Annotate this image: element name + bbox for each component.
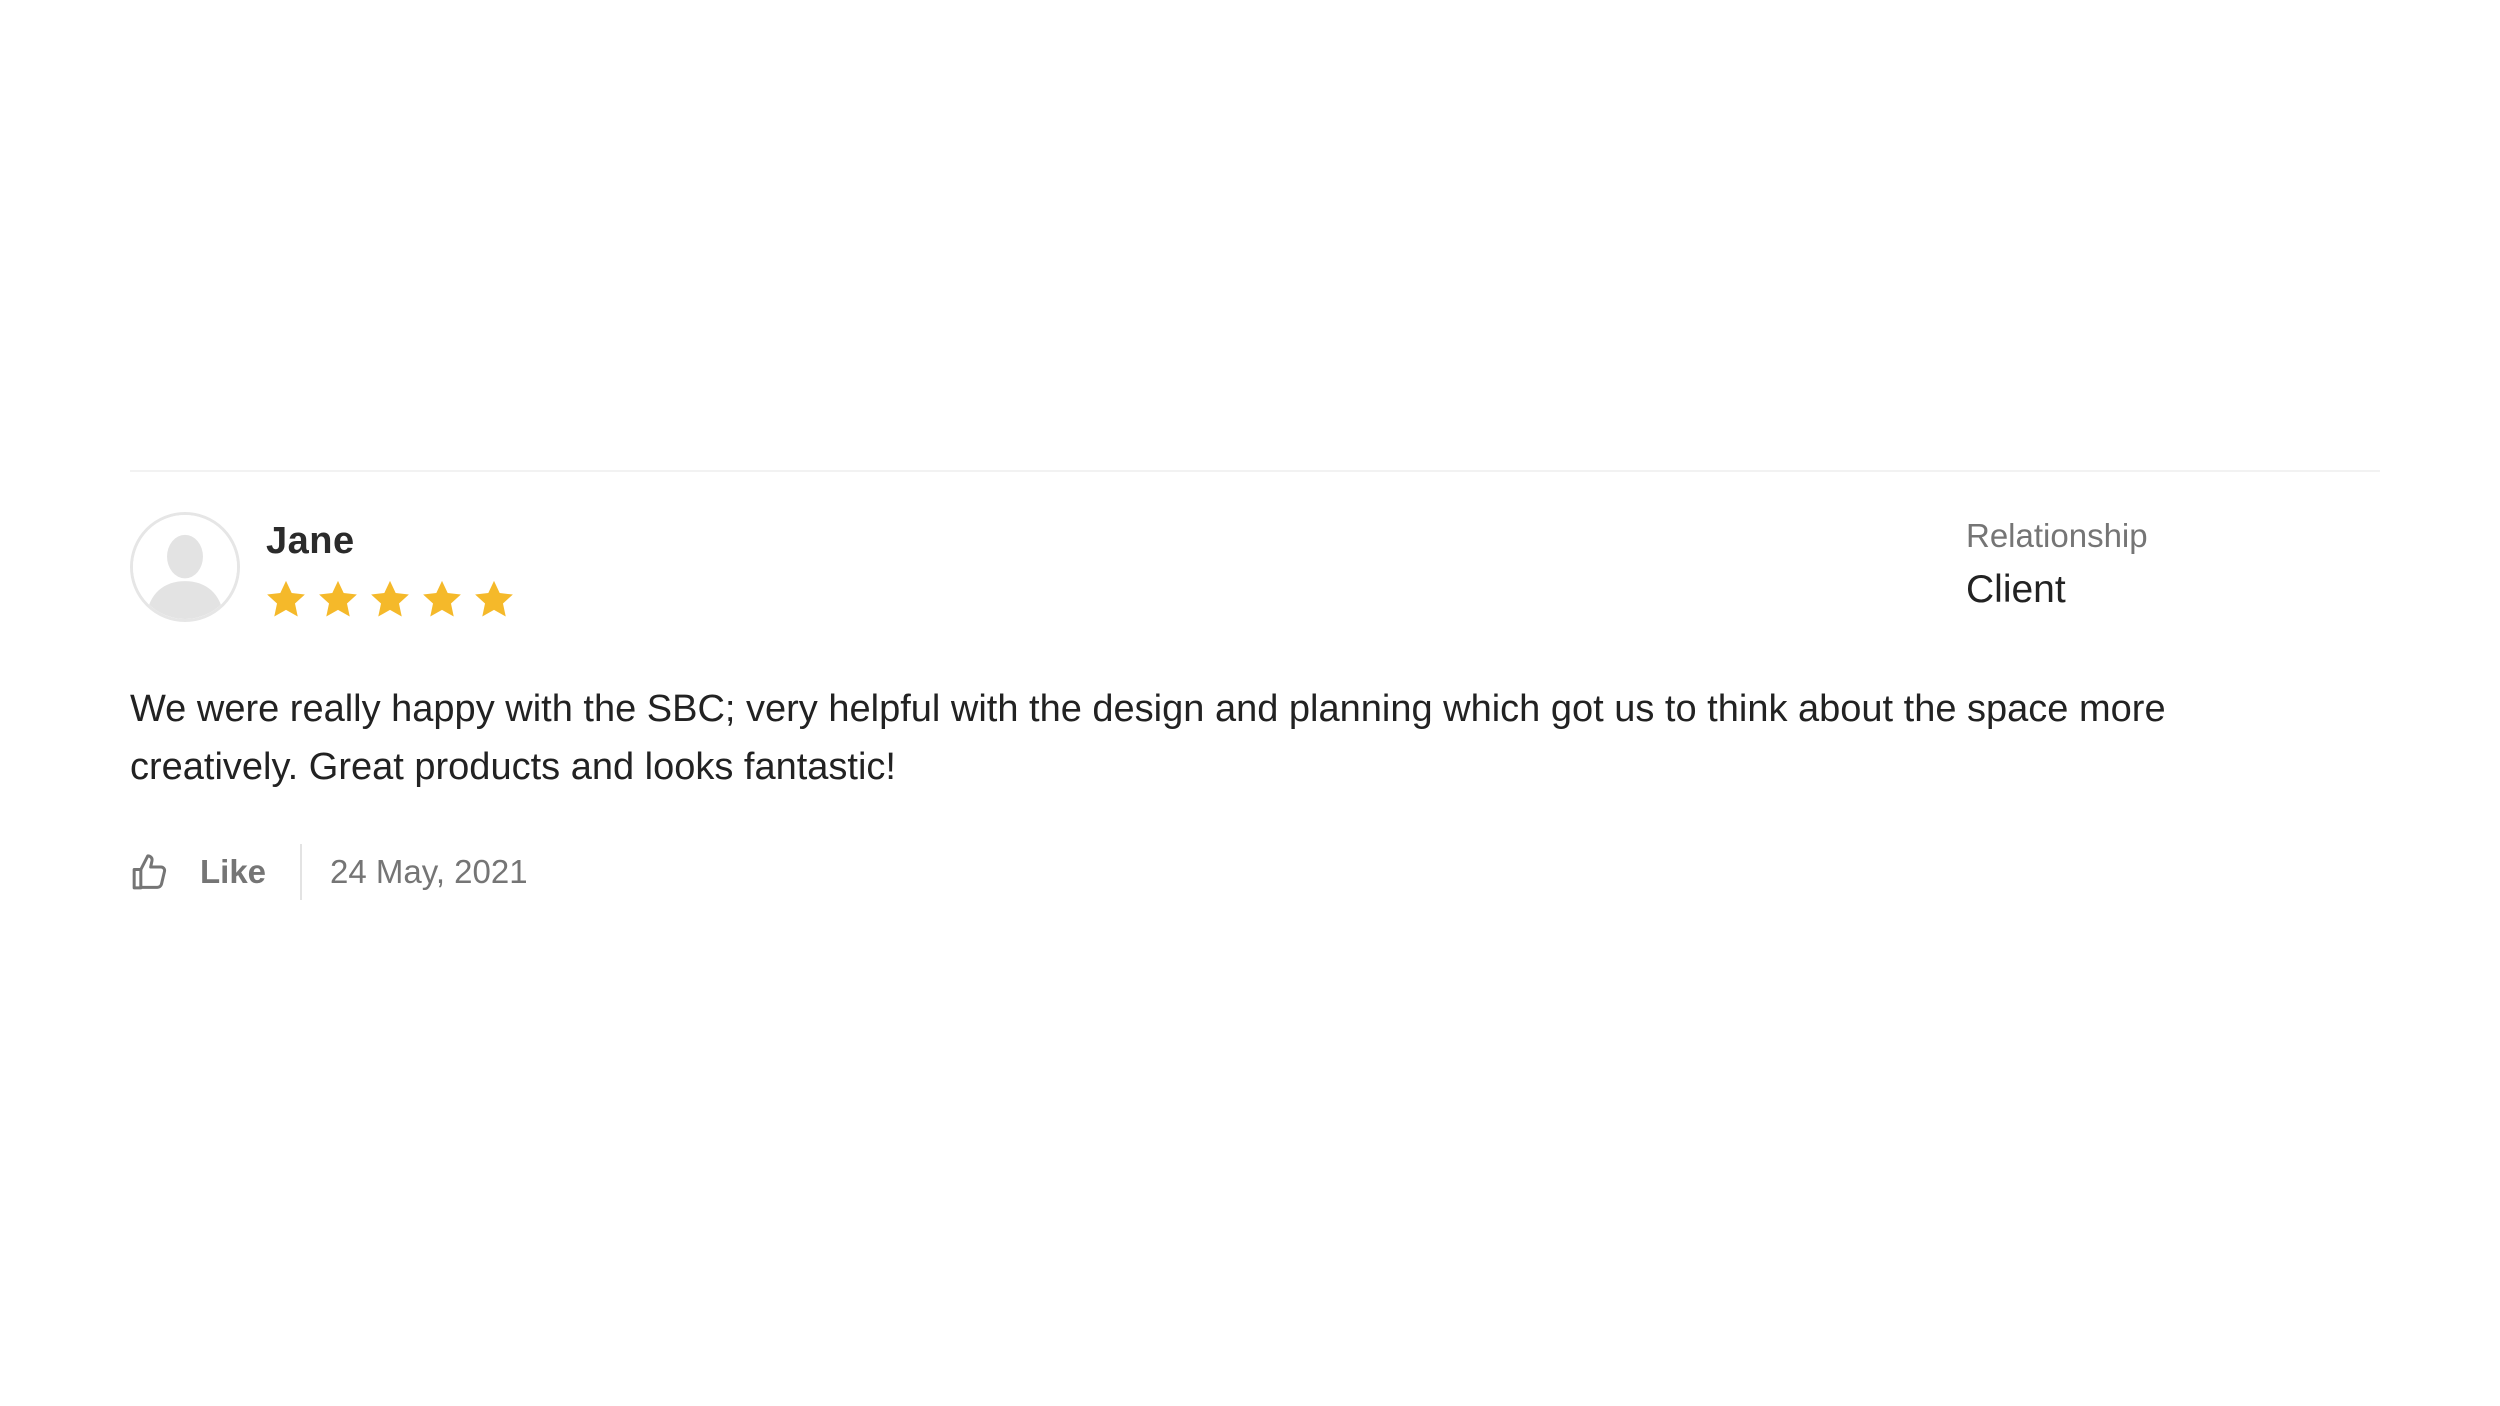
action-divider bbox=[300, 844, 303, 900]
star-icon bbox=[267, 580, 305, 617]
user-silhouette-icon bbox=[133, 515, 237, 619]
star-icon bbox=[475, 580, 513, 617]
relationship-value: Client bbox=[1966, 568, 2066, 611]
review-card: Jane Relationship Client We were really … bbox=[130, 512, 2380, 912]
relationship-block: Relationship Client bbox=[1966, 516, 2148, 614]
review-date: 24 May, 2021 bbox=[330, 853, 528, 890]
like-label: Like bbox=[200, 853, 267, 890]
review-actions: Like 24 May, 2021 bbox=[130, 842, 528, 902]
section-divider bbox=[130, 470, 2380, 472]
relationship-label: Relationship bbox=[1966, 517, 2148, 554]
like-button[interactable]: Like bbox=[130, 852, 300, 892]
star-icon bbox=[371, 580, 409, 617]
review-text: We were really happy with the SBC; very … bbox=[130, 688, 2166, 788]
thumbs-up-icon bbox=[132, 854, 167, 890]
avatar bbox=[130, 512, 240, 622]
star-icon bbox=[319, 580, 357, 617]
star-icon bbox=[423, 580, 461, 617]
reviewer-name: Jane bbox=[266, 520, 355, 562]
star-rating bbox=[264, 578, 516, 626]
